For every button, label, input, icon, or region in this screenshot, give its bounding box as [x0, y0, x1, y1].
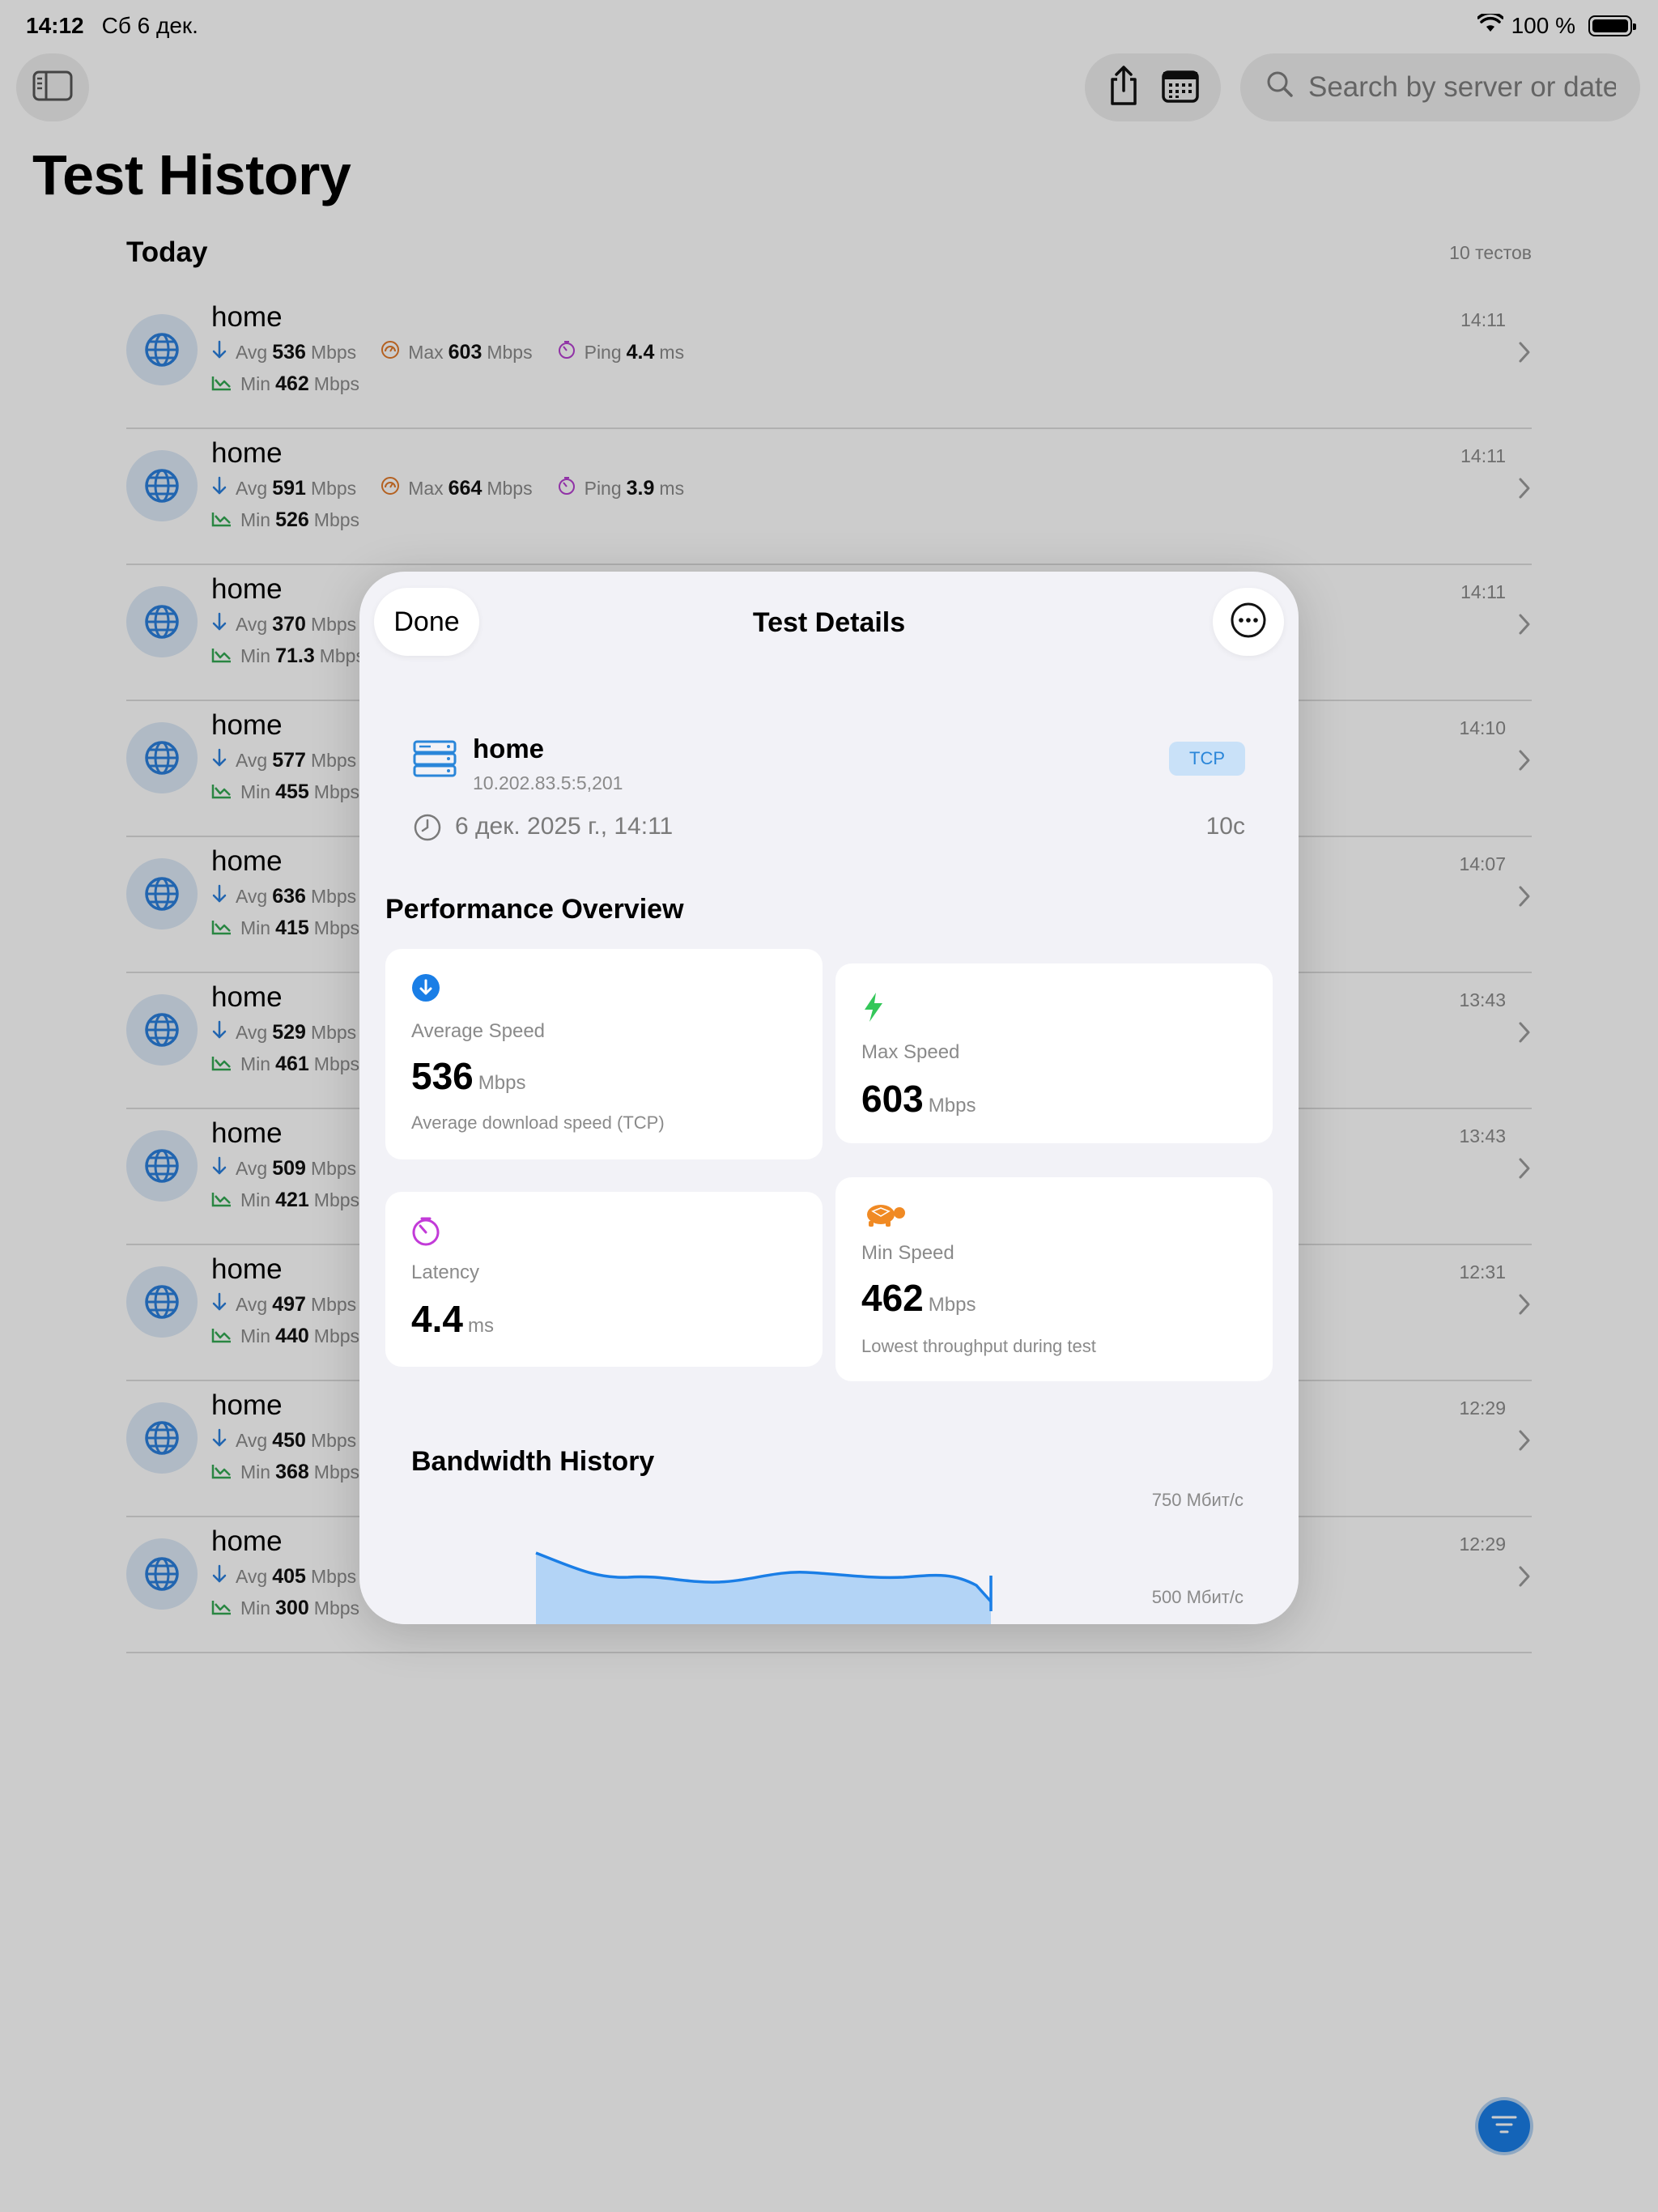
performance-overview-title: Performance Overview — [385, 894, 684, 925]
latency-label: Latency — [411, 1261, 480, 1283]
download-circle-icon — [411, 973, 440, 1006]
ellipsis-circle-icon — [1230, 602, 1267, 643]
min-speed-label: Min Speed — [861, 1242, 954, 1264]
max-speed-value: 603 — [861, 1078, 924, 1120]
latency-card: Latency 4.4 ms — [385, 1192, 823, 1367]
turtle-icon — [861, 1202, 908, 1231]
bandwidth-chart — [535, 1551, 993, 1624]
clock-icon — [413, 813, 442, 846]
average-speed-card: Average Speed 536 Mbps Average download … — [385, 949, 823, 1159]
max-speed-unit: Mbps — [928, 1095, 976, 1117]
bandwidth-history-card: Bandwidth History 750 Мбит/с 500 Мбит/с — [385, 1417, 1269, 1624]
max-speed-card: Max Speed 603 Mbps — [835, 963, 1273, 1143]
server-address: 10.202.83.5:5,201 — [473, 772, 623, 793]
min-speed-value-row: 462 Mbps — [861, 1276, 976, 1320]
average-speed-unit: Mbps — [478, 1072, 526, 1094]
min-speed-card: Min Speed 462 Mbps Lowest throughput dur… — [835, 1177, 1273, 1381]
average-speed-note: Average download speed (TCP) — [411, 1112, 665, 1133]
test-datetime: 6 дек. 2025 г., 14:11 — [455, 813, 674, 840]
test-duration: 10с — [1205, 813, 1245, 840]
latency-unit: ms — [467, 1315, 494, 1337]
min-speed-value: 462 — [861, 1277, 924, 1319]
average-speed-value-row: 536 Mbps — [411, 1054, 525, 1098]
latency-value: 4.4 — [411, 1298, 463, 1340]
average-speed-label: Average Speed — [411, 1020, 546, 1042]
test-details-sheet: Done Test Details home 10.202.83.5:5,201… — [359, 572, 1299, 1624]
server-info-card: home 10.202.83.5:5,201 TCP 6 дек. 2025 г… — [387, 708, 1271, 866]
server-name: home — [473, 734, 545, 764]
max-speed-value-row: 603 Mbps — [861, 1077, 976, 1121]
max-speed-label: Max Speed — [861, 1041, 960, 1063]
min-speed-unit: Mbps — [928, 1294, 976, 1316]
latency-value-row: 4.4 ms — [411, 1297, 494, 1341]
min-speed-note: Lowest throughput during test — [861, 1336, 1096, 1356]
timer-icon — [411, 1216, 440, 1251]
protocol-badge: TCP — [1169, 742, 1245, 776]
server-rack-icon — [413, 740, 457, 781]
more-options-button[interactable] — [1213, 588, 1284, 656]
bandwidth-area — [536, 1553, 991, 1624]
average-speed-value: 536 — [411, 1055, 474, 1097]
sheet-title: Test Details — [752, 607, 906, 638]
bolt-icon — [861, 991, 886, 1027]
